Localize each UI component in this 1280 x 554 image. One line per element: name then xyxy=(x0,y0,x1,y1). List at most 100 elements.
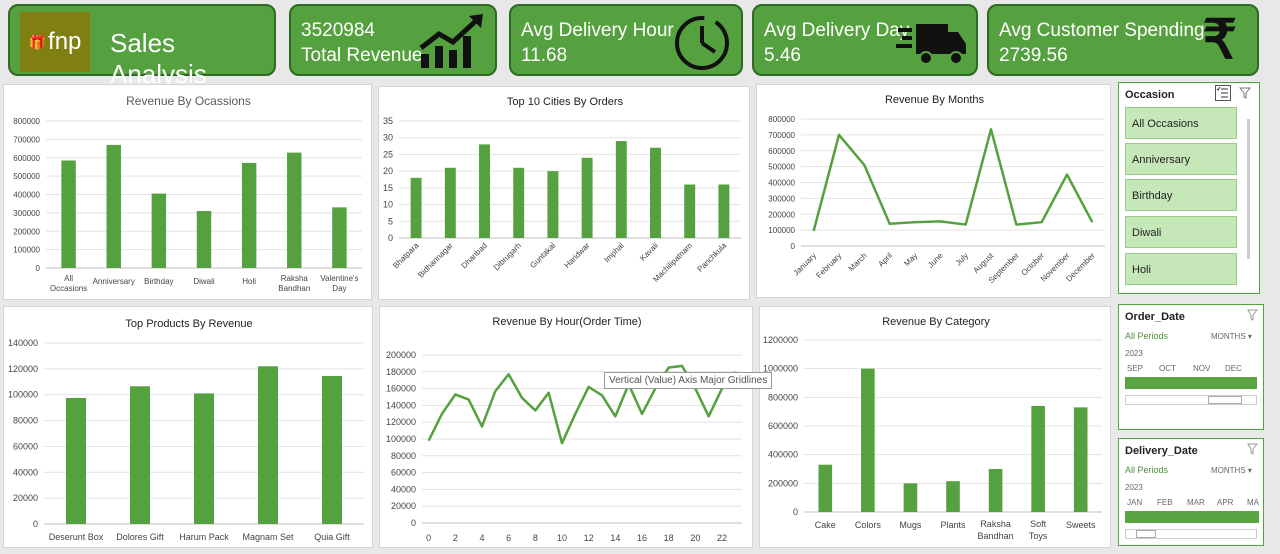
x-tick-label: Kavali xyxy=(638,241,660,263)
gift-icon: 🎁 xyxy=(28,33,47,50)
rupee-icon: ₹ xyxy=(1202,10,1237,70)
chart-revenue-by-occasions[interactable]: Revenue By Ocassions 0 100000 200000 300000 4… xyxy=(3,84,372,300)
multi-select-icon[interactable] xyxy=(1215,85,1231,101)
y-tick-label: 800000 xyxy=(13,117,40,126)
bar-plants xyxy=(946,481,960,512)
timeline-title: Order_Date xyxy=(1125,311,1185,323)
x-tick-label: 14 xyxy=(610,533,620,543)
timeline-month-mar: MAR xyxy=(1187,498,1205,507)
x-tick-label: February xyxy=(814,251,843,280)
y-tick-label: 400000 xyxy=(768,450,798,460)
y-tick-label: 20000 xyxy=(391,501,416,511)
x-tick-label: Plants xyxy=(940,520,966,530)
y-tick-label: 300000 xyxy=(768,194,795,203)
order-date-timeline: Order_Date All Periods MONTHS ▾ 2023 SEP… xyxy=(1118,304,1264,430)
y-tick-label: 10 xyxy=(383,200,393,210)
kpi-label: Avg Delivery Hour xyxy=(521,20,674,41)
occasion-item-anniversary[interactable]: Anniversary xyxy=(1125,143,1237,175)
x-tick-label: Sweets xyxy=(1066,520,1096,530)
chart-svg: Revenue By Months 0 100000 200000 300000 4000… xyxy=(768,94,1105,285)
y-tick-label: 80000 xyxy=(391,451,416,461)
y-tick-label: 800000 xyxy=(768,115,795,124)
occasion-item-holi[interactable]: Holi xyxy=(1125,253,1237,285)
x-tick-label: Colors xyxy=(855,520,882,530)
timeline-scrollbar[interactable] xyxy=(1125,529,1257,539)
chart-top-products[interactable]: Top Products By Revenue 0 20000 40000 60000 8… xyxy=(3,306,373,548)
x-tick-label: Imphal xyxy=(602,241,626,265)
chart-title: Revenue By Months xyxy=(885,94,985,106)
bar-soft-toys xyxy=(1031,405,1045,512)
chart-revenue-by-category[interactable]: Revenue By Category 0 200000 400000 600000 80… xyxy=(759,306,1111,548)
x-tick-label: 16 xyxy=(637,533,647,543)
chart-svg: Top 10 Cities By Orders 0 5 10 15 20 25 30 35 Bha… xyxy=(383,96,741,284)
x-tick-label: August xyxy=(971,251,996,276)
kpi-total-revenue: 3520984 Total Revenue xyxy=(289,4,497,76)
y-tick-label: 0 xyxy=(33,519,38,529)
chart-top-cities[interactable]: Top 10 Cities By Orders 0 5 10 15 20 25 30 35 Bha… xyxy=(378,86,750,300)
bar-cake xyxy=(818,464,833,512)
occasion-item-birthday[interactable]: Birthday xyxy=(1125,179,1237,211)
y-tick-label: 600000 xyxy=(13,154,40,163)
bar-birthday xyxy=(151,193,167,268)
x-tick-label: Birthday xyxy=(144,277,173,286)
bar-harum-pack xyxy=(194,393,214,524)
x-tick-label: 10 xyxy=(557,533,567,543)
chart-revenue-by-months[interactable]: Revenue By Months 0 100000 200000 300000 4000… xyxy=(756,84,1111,298)
timeline-level: MONTHS xyxy=(1211,466,1246,475)
occasion-item-diwali[interactable]: Diwali xyxy=(1125,216,1237,248)
bar-raksha-bandhan xyxy=(988,469,1003,512)
chart-revenue-by-hour[interactable]: Revenue By Hour(Order Time) 0 20000 40000 60… xyxy=(379,306,753,548)
y-tick-label: 140000 xyxy=(8,338,38,348)
x-tick-label: Bandhan xyxy=(978,531,1014,541)
bar-diwali xyxy=(196,211,212,268)
y-tick-label: 100000 xyxy=(13,246,40,255)
kpi-label: Avg Customer Spending xyxy=(999,20,1205,41)
y-tick-label: 300000 xyxy=(13,209,40,218)
x-tick-label: Valentine's xyxy=(320,274,358,283)
kpi-label: Avg Delivery Day xyxy=(764,20,910,41)
y-tick-label: 40000 xyxy=(391,484,416,494)
bar-raksha-bandhan xyxy=(287,152,302,268)
timeline-year: 2023 xyxy=(1125,349,1143,358)
x-tick-label: June xyxy=(926,251,945,270)
y-tick-label: 0 xyxy=(36,264,41,273)
bar-colors xyxy=(861,368,875,512)
clear-filter-icon[interactable] xyxy=(1247,443,1259,455)
logo-text: fnp xyxy=(48,28,82,55)
chart-title: Top 10 Cities By Orders xyxy=(507,96,624,108)
bar-imphal xyxy=(615,141,627,238)
timeline-level-dropdown[interactable]: MONTHS ▾ xyxy=(1211,332,1252,341)
y-tick-label: 120000 xyxy=(386,417,416,427)
timeline-month-apr: APR xyxy=(1217,498,1234,507)
timeline-level-dropdown[interactable]: MONTHS ▾ xyxy=(1211,466,1252,475)
x-tick-label: May xyxy=(902,251,919,268)
y-tick-label: 600000 xyxy=(768,147,795,156)
x-tick-label: Bhatpara xyxy=(391,241,421,271)
timeline-month-nov: NOV xyxy=(1193,364,1211,373)
x-tick-label: Quia Gift xyxy=(314,532,350,542)
y-tick-label: 400000 xyxy=(13,191,40,200)
clear-filter-icon[interactable] xyxy=(1239,86,1253,100)
y-tick-label: 5 xyxy=(388,216,393,226)
occasion-item-all-occasions[interactable]: All Occasions xyxy=(1125,107,1237,139)
slicer-scrollbar[interactable] xyxy=(1247,119,1250,259)
timeline-bar[interactable] xyxy=(1125,377,1257,389)
bar-mugs xyxy=(903,483,918,512)
chart-svg: Revenue By Hour(Order Time)0200004000060… xyxy=(386,316,742,543)
brand-card: 🎁 fnp Sales Analysis xyxy=(8,4,276,89)
bar-kavali xyxy=(650,147,661,238)
delivery-truck-icon xyxy=(896,24,966,65)
x-tick-label: Panchkula xyxy=(696,241,729,274)
timeline-bar[interactable] xyxy=(1125,511,1259,523)
timeline-scrollbar[interactable] xyxy=(1125,395,1257,405)
x-tick-label: Dibrugarh xyxy=(492,241,523,272)
bar-dibrugarh xyxy=(513,167,525,238)
clear-filter-icon[interactable] xyxy=(1247,309,1259,321)
timeline-month-sep: SEP xyxy=(1127,364,1144,373)
y-tick-label: 160000 xyxy=(386,384,416,394)
gridlines-tooltip: Vertical (Value) Axis Major Gridlines xyxy=(604,372,773,389)
chart-svg: Revenue By Ocassions 0 100000 200000 300000 4… xyxy=(13,94,362,293)
bar-deserunt-box xyxy=(66,397,86,524)
timeline-month-jan: JAN xyxy=(1127,498,1143,507)
chart-title: Top Products By Revenue xyxy=(125,318,252,330)
